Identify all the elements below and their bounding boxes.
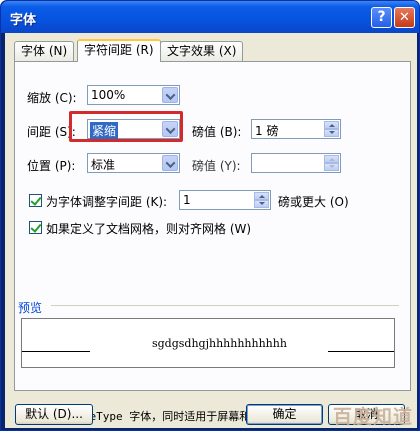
spin-up-icon[interactable] xyxy=(254,192,269,200)
scale-label: 缩放 (C): xyxy=(27,91,77,105)
position-label: 位置 (P): xyxy=(27,159,76,173)
spacing-by-label: 磅值 (B): xyxy=(192,125,242,139)
position-combo[interactable]: 标准 xyxy=(87,153,180,173)
kerning-suffix: 磅或更大 (O) xyxy=(278,195,349,209)
kerning-spinner[interactable]: 1 xyxy=(179,190,271,210)
preview-baseline-left xyxy=(22,351,90,352)
preview-box: sgdgsdhgjhhhhhhhhhhh xyxy=(21,318,395,368)
spacing-by-value: 1 磅 xyxy=(255,124,279,138)
default-button[interactable]: 默认 (D)... xyxy=(15,404,93,425)
position-by-label: 磅值 (Y): xyxy=(192,159,241,173)
scale-value: 100% xyxy=(91,88,126,102)
window-title: 字体 xyxy=(10,13,37,28)
kerning-label: 为字体调整字间距 (K): xyxy=(46,195,168,209)
spin-up-icon[interactable] xyxy=(324,155,339,163)
watermark-logo: 百度知道 xyxy=(333,406,414,428)
close-button[interactable]: ✕ xyxy=(394,7,415,28)
tab-character-spacing[interactable]: 字符间距 (R) xyxy=(77,39,161,62)
preview-baseline-right xyxy=(328,351,394,352)
kerning-checkbox[interactable] xyxy=(29,194,42,207)
grid-checkbox[interactable] xyxy=(29,221,42,234)
scale-combo[interactable]: 100% xyxy=(87,85,180,105)
grid-label: 如果定义了文档网格，则对齐网格 (W) xyxy=(46,222,252,236)
ok-button[interactable]: 确定 xyxy=(246,404,323,425)
spin-down-icon[interactable] xyxy=(324,163,339,171)
chevron-down-icon[interactable] xyxy=(162,87,178,103)
spin-up-icon[interactable] xyxy=(324,121,339,129)
chevron-down-icon[interactable] xyxy=(162,155,178,171)
spacing-by-spinner[interactable]: 1 磅 xyxy=(251,119,341,139)
tab-font[interactable]: 字体 (N) xyxy=(14,41,75,61)
dialog-body: 字体 (N) 字符间距 (R) 文字效果 (X) 缩放 (C): 100% 间距… xyxy=(5,33,417,428)
help-button[interactable]: ? xyxy=(371,7,392,28)
position-value: 标准 xyxy=(91,158,116,172)
preview-divider xyxy=(51,305,399,306)
title-bar[interactable]: 字体 ? ✕ xyxy=(1,1,419,33)
kerning-value: 1 xyxy=(183,193,191,207)
spin-buttons xyxy=(254,192,269,208)
position-by-spinner[interactable] xyxy=(251,153,341,173)
spin-down-icon[interactable] xyxy=(254,200,269,208)
spin-buttons xyxy=(324,155,339,171)
tab-text-effects[interactable]: 文字效果 (X) xyxy=(160,41,244,61)
spacing-highlight-box xyxy=(69,111,183,142)
spin-buttons xyxy=(324,121,339,137)
preview-title: 预览 xyxy=(18,301,43,315)
preview-sample-text: sgdgsdhgjhhhhhhhhhhh xyxy=(152,337,287,350)
spin-down-icon[interactable] xyxy=(324,129,339,137)
font-dialog: 字体 ? ✕ 字体 (N) 字符间距 (R) 文字效果 (X) 缩放 (C): … xyxy=(0,0,420,431)
